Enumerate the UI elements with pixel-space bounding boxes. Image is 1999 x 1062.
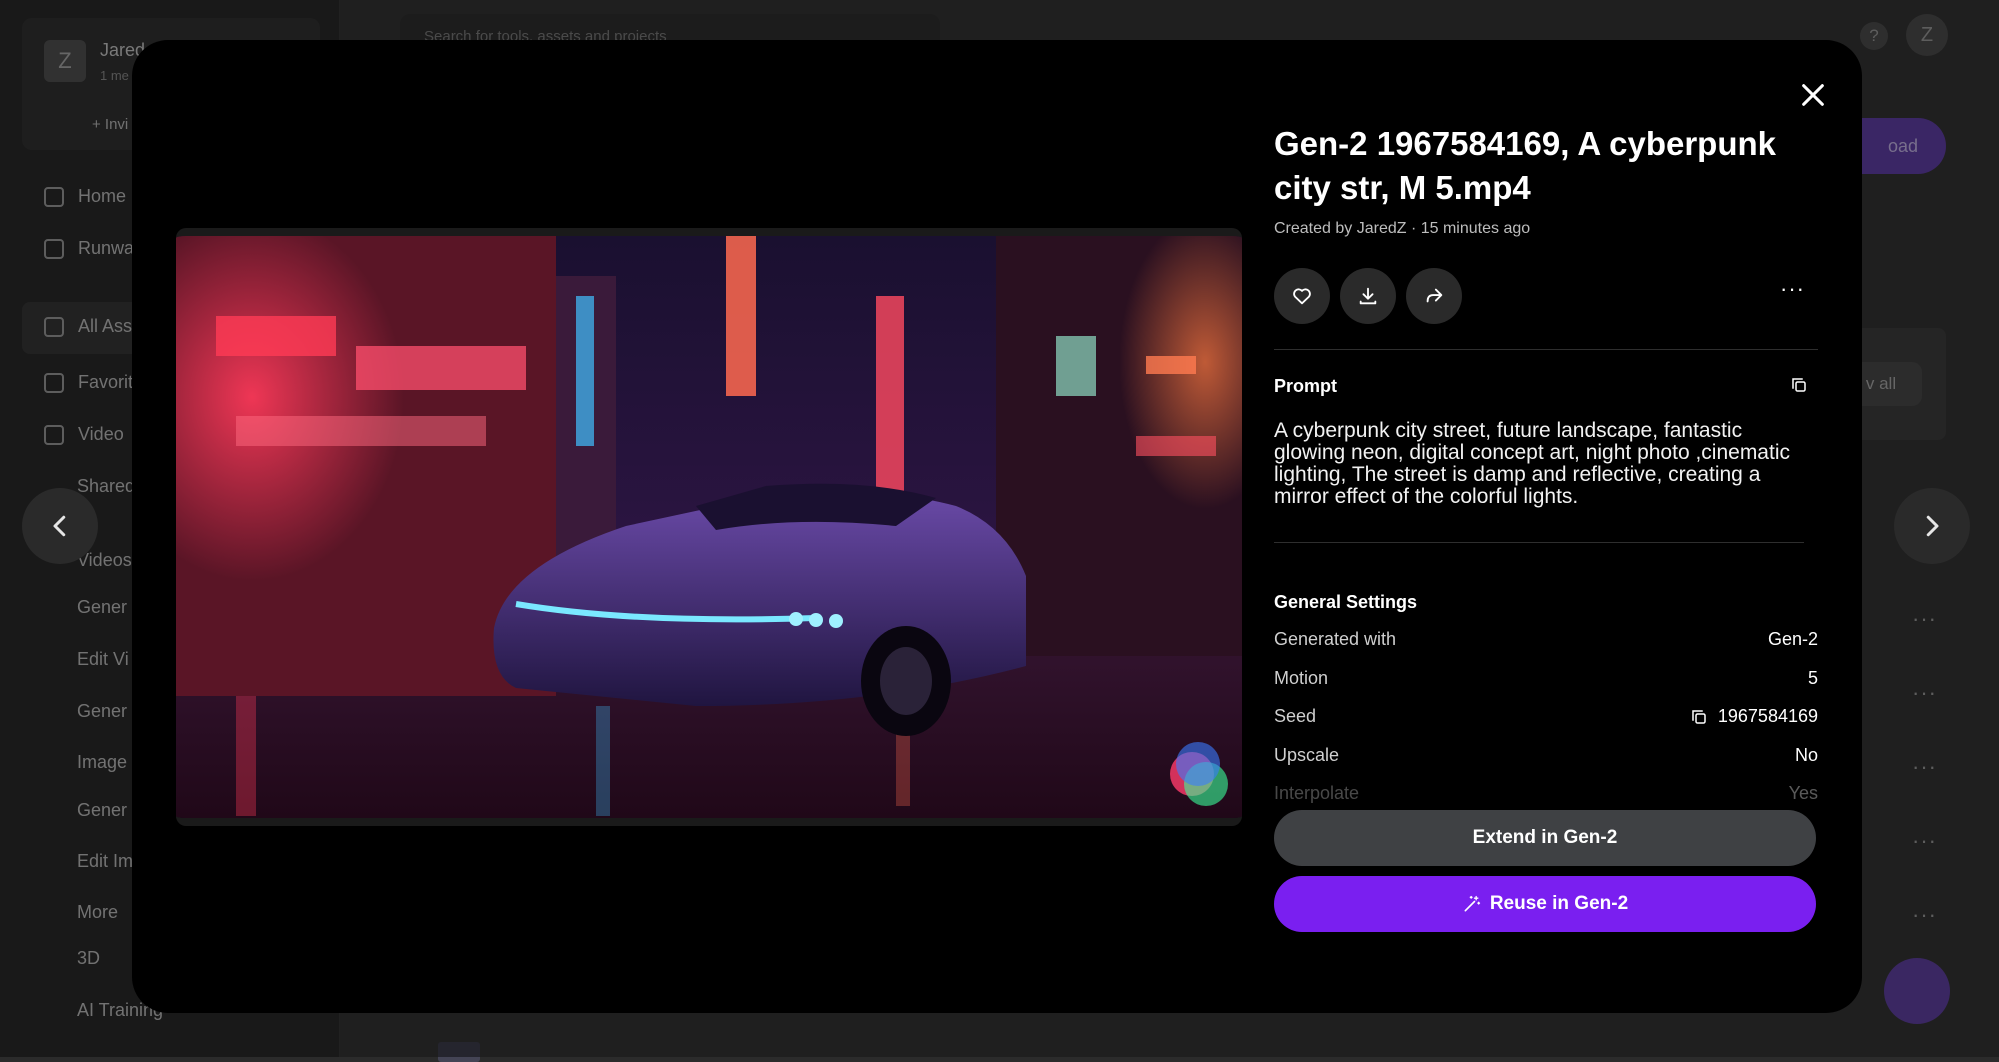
download-button[interactable] [1340,268,1396,324]
reuse-label: Reuse in Gen-2 [1490,893,1628,915]
general-settings-heading: General Settings [1274,592,1417,613]
setting-label: Interpolate [1274,783,1359,804]
setting-label: Upscale [1274,745,1339,766]
download-icon [1357,285,1379,307]
video-preview[interactable] [176,228,1242,826]
setting-generated-with: Generated with Gen-2 [1274,629,1818,650]
prompt-heading: Prompt [1274,376,1337,397]
setting-upscale: Upscale No [1274,745,1818,766]
setting-label: Seed [1274,706,1316,727]
asset-meta: Created by JaredZ · 15 minutes ago [1274,220,1530,238]
share-button[interactable] [1406,268,1462,324]
share-icon [1423,285,1445,307]
prompt-text: A cyberpunk city street, future landscap… [1274,420,1814,508]
setting-label: Generated with [1274,629,1396,650]
reuse-in-gen2-button[interactable]: Reuse in Gen-2 [1274,876,1816,932]
next-asset-button[interactable] [1894,488,1970,564]
setting-motion: Motion 5 [1274,668,1818,689]
copy-prompt-button[interactable] [1790,376,1808,399]
more-options-button[interactable]: ··· [1780,276,1805,302]
asset-info-panel: Gen-2 1967584169, A cyberpunk city str, … [1274,40,1818,1013]
setting-label: Motion [1274,668,1328,689]
setting-value: Gen-2 [1768,629,1818,650]
heart-icon [1291,285,1313,307]
extend-in-gen2-button[interactable]: Extend in Gen-2 [1274,810,1816,866]
seed-value: 1967584169 [1718,706,1818,727]
favorite-button[interactable] [1274,268,1330,324]
copy-icon [1790,376,1808,394]
divider [1274,542,1804,543]
seed-value-container[interactable]: 1967584169 [1690,706,1818,727]
previous-asset-button[interactable] [22,488,98,564]
setting-value: Yes [1789,783,1818,804]
video-frame-image [176,236,1242,818]
asset-detail-modal: Gen-2 1967584169, A cyberpunk city str, … [132,40,1862,1013]
asset-title: Gen-2 1967584169, A cyberpunk city str, … [1274,122,1794,210]
setting-value: 5 [1808,668,1818,689]
divider [1274,349,1818,350]
copy-icon[interactable] [1690,708,1708,726]
magic-wand-icon [1462,894,1482,914]
setting-seed: Seed 1967584169 [1274,706,1818,727]
setting-value: No [1795,745,1818,766]
setting-interpolate: Interpolate Yes [1274,783,1818,804]
chevron-right-icon [1917,511,1947,541]
chevron-left-icon [45,511,75,541]
